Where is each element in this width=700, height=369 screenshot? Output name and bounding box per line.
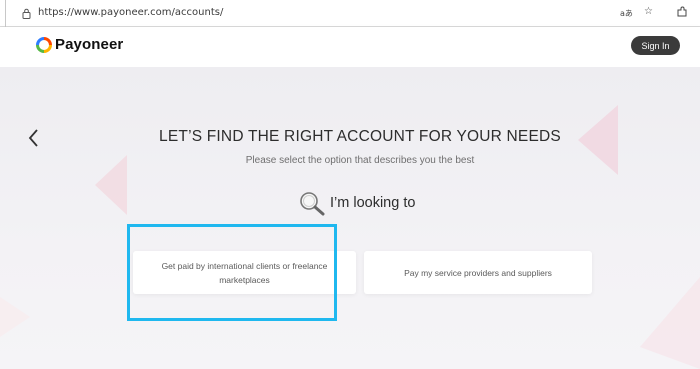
browser-address-bar: https://www.payoneer.com/accounts/ aあ ☆ — [0, 0, 700, 27]
option-card-pay-providers[interactable]: Pay my service providers and suppliers — [364, 251, 592, 294]
main-content: LET’S FIND THE RIGHT ACCOUNT FOR YOUR NE… — [0, 67, 700, 369]
looking-to-heading: I’m looking to — [298, 190, 415, 216]
lock-icon[interactable] — [22, 8, 31, 19]
tab-edge — [0, 0, 6, 27]
favorites-icon[interactable]: ☆ — [644, 6, 653, 17]
page-title: LET’S FIND THE RIGHT ACCOUNT FOR YOUR NE… — [159, 128, 561, 145]
extensions-icon[interactable] — [676, 6, 688, 18]
logo-ring-icon — [36, 36, 52, 53]
looking-to-label: I’m looking to — [330, 195, 416, 211]
read-aloud-icon[interactable]: aあ — [620, 8, 633, 19]
decorative-triangle-right-bottom — [640, 277, 700, 369]
payoneer-logo[interactable]: Payoneer — [36, 36, 123, 53]
url-field[interactable]: https://www.payoneer.com/accounts/ — [38, 7, 223, 18]
magnifier-icon — [300, 192, 325, 216]
site-header: Payoneer Sign In — [0, 27, 700, 67]
decorative-triangle-bottom-left — [0, 297, 30, 337]
page-subtitle: Please select the option that describes … — [245, 155, 475, 166]
sign-in-button[interactable]: Sign In — [631, 36, 680, 55]
option-label: Pay my service providers and suppliers — [404, 267, 552, 278]
logo-text: Payoneer — [55, 36, 124, 53]
option-card-get-paid[interactable]: Get paid by international clients or fre… — [133, 251, 356, 294]
option-label: Get paid by international clients or fre… — [161, 260, 328, 285]
